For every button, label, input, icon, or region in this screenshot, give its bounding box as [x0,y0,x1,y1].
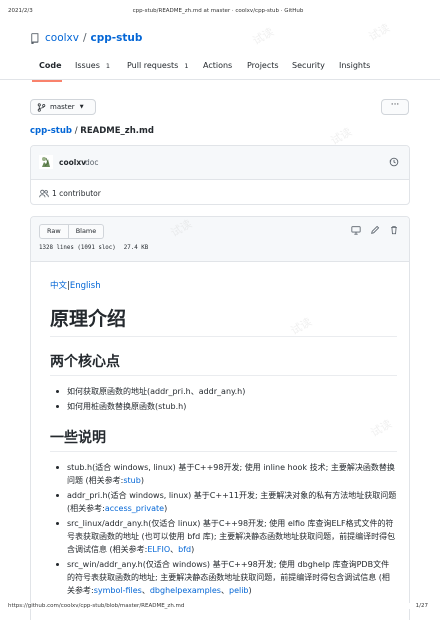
file-size: 27.4 KB [123,245,149,251]
print-title: cpp-stub/README_zh.md at master · coolxv… [132,8,304,14]
people-icon [39,189,49,197]
breadcrumb-file: README_zh.md [80,126,154,136]
lang-link-chinese[interactable]: 中文 [50,281,67,291]
chevron-down-icon: ▼ [79,104,84,110]
list-item: stub.h(适合 windows, linux) 基于C++98开发; 使用 … [50,461,397,487]
history-icon[interactable] [389,157,399,167]
link-pelib[interactable]: pelib [229,586,249,595]
contributors-label: 1 contributor [52,188,101,198]
markdown-body: 中文|English 原理介绍 两个核心点 如何获取原函数的地址(addr_pr… [50,279,397,599]
heading-notes: 一些说明 [50,427,397,452]
file-button-group: Raw Blame [39,224,105,239]
link-elfio[interactable]: ELFIO [147,545,170,554]
raw-button[interactable]: Raw [39,224,69,239]
breadcrumb: cpp-stub / README_zh.md [30,126,154,136]
list-item: src_win/addr_any.h(仅适合 windows) 基于C++98开… [50,558,397,597]
tab-code[interactable]: Code [39,61,62,70]
file-header: Raw Blame 1328 lines (1091 sloc) 27.4 KB [31,217,409,262]
breadcrumb-repo-link[interactable]: cpp-stub [30,126,72,136]
list-item: 如何用桩函数替换原函数(stub.h) [50,400,397,413]
commit-row: coolxv doc [31,146,409,180]
heading-principles: 原理介绍 [50,304,397,337]
commit-message[interactable]: doc [85,158,98,167]
core-points-list: 如何获取原函数的地址(addr_pri.h、addr_any.h) 如何用桩函数… [50,385,397,413]
file-viewer: Raw Blame 1328 lines (1091 sloc) 27.4 KB … [30,216,410,620]
print-header: 2021/2/3 cpp-stub/README_zh.md at master… [8,8,428,14]
list-item: 如何获取原函数的地址(addr_pri.h、addr_any.h) [50,385,397,398]
blame-button[interactable]: Blame [68,224,105,239]
issues-count: 1 [105,61,110,70]
heading-core-points: 两个核心点 [50,351,397,376]
file-info: 1328 lines (1091 sloc) 27.4 KB [39,245,148,251]
link-bfd[interactable]: bfd [178,545,191,554]
notes-list: stub.h(适合 windows, linux) 基于C++98开发; 使用 … [50,461,397,597]
print-date: 2021/2/3 [8,8,33,14]
contributors-row[interactable]: 1 contributor [39,182,101,204]
print-footer: https://github.com/coolxv/cpp-stub/blob/… [8,603,428,609]
language-links: 中文|English [50,279,397,291]
list-item: src_linux/addr_any.h(仅适合 linux) 基于C++98开… [50,517,397,556]
active-tab-underline [32,80,62,82]
file-lines: 1328 lines (1091 sloc) [39,245,116,251]
link-dbghelpexamples[interactable]: dbghelpexamples [150,586,221,595]
list-item: addr_pri.h(适合 windows, linux) 基于C++11开发;… [50,489,397,515]
watermark: 试读 [250,25,277,48]
pull-requests-count: 1 [184,61,189,70]
tab-pull-requests[interactable]: Pull requests 1 [127,61,188,70]
repo-owner-link[interactable]: coolxv [45,32,79,44]
repo-nav-tabs: Code Issues 1 Pull requests 1 Actions Proj… [0,58,440,80]
commit-author[interactable]: coolxv [59,158,86,167]
watermark: 试读 [366,21,393,44]
more-options-button[interactable]: ··· [381,99,409,115]
link-access-private[interactable]: access_private [105,504,164,513]
print-page-number: 1/27 [415,603,428,609]
tab-actions[interactable]: Actions [203,61,232,70]
branch-select-button[interactable]: master ▼ [30,99,96,115]
repo-title: coolxv / cpp-stub [30,32,142,44]
lang-link-english[interactable]: English [70,281,101,291]
repo-name-link[interactable]: cpp-stub [91,32,143,44]
repo-icon [31,32,39,44]
trash-icon[interactable] [389,225,399,235]
branch-name: master [50,103,75,111]
latest-commit-box: coolxv doc 1 contributor [30,145,410,205]
link-symbol-files[interactable]: symbol-files [94,586,142,595]
tab-projects[interactable]: Projects [247,61,279,70]
tab-issues[interactable]: Issues 1 [75,61,110,70]
repo-separator: / [82,32,87,44]
git-branch-icon [37,102,46,112]
link-stub[interactable]: stub [123,476,140,485]
file-tools [342,225,399,235]
desktop-icon[interactable] [351,225,361,235]
tab-insights[interactable]: Insights [339,61,370,70]
print-url: https://github.com/coolxv/cpp-stub/blob/… [8,603,185,609]
tab-security[interactable]: Security [292,61,325,70]
pencil-icon[interactable] [370,225,380,235]
avatar[interactable] [39,155,53,169]
